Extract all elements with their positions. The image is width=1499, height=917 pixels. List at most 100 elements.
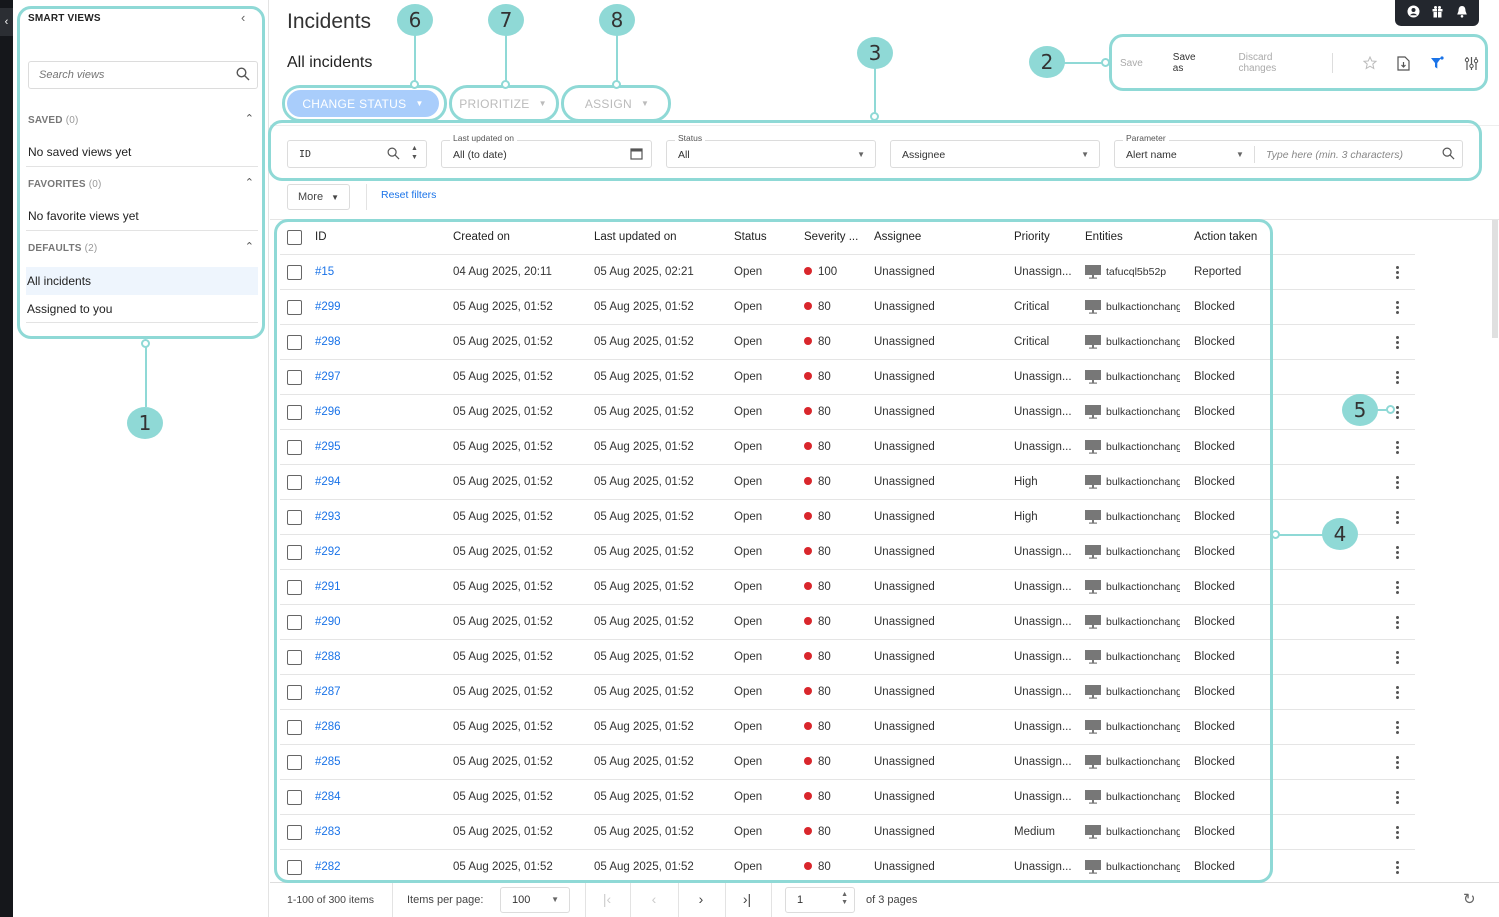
entity[interactable]: bulkactionchang: [1085, 440, 1185, 454]
search-views-input[interactable]: [39, 62, 229, 88]
entity[interactable]: bulkactionchang: [1085, 300, 1185, 314]
row-actions-menu-icon[interactable]: [1392, 545, 1402, 559]
entity[interactable]: bulkactionchang: [1085, 685, 1185, 699]
row-actions-menu-icon[interactable]: [1392, 300, 1402, 314]
row-checkbox[interactable]: [287, 509, 302, 525]
entity[interactable]: bulkactionchang: [1085, 720, 1185, 734]
row-checkbox[interactable]: [287, 369, 302, 385]
table-row[interactable]: #299 05 Aug 2025, 01:52 05 Aug 2025, 01:52…: [280, 290, 1415, 325]
row-actions-menu-icon[interactable]: [1392, 265, 1402, 279]
table-row[interactable]: #288 05 Aug 2025, 01:52 05 Aug 2025, 01:52…: [280, 640, 1415, 675]
table-row[interactable]: #294 05 Aug 2025, 01:52 05 Aug 2025, 01:52…: [280, 465, 1415, 500]
chevron-up-icon[interactable]: ⌃: [245, 240, 254, 253]
row-actions-menu-icon[interactable]: [1392, 615, 1402, 629]
last-updated-filter[interactable]: Last updated on All (to date): [441, 133, 652, 168]
entity[interactable]: bulkactionchang: [1085, 580, 1185, 594]
id-filter[interactable]: ID ▲ ▼: [287, 140, 427, 168]
row-actions-menu-icon[interactable]: [1392, 440, 1402, 454]
table-row[interactable]: #285 05 Aug 2025, 01:52 05 Aug 2025, 01:52…: [280, 745, 1415, 780]
bell-icon[interactable]: [1456, 5, 1468, 21]
row-checkbox[interactable]: [287, 614, 302, 630]
row-checkbox[interactable]: [287, 719, 302, 735]
row-checkbox[interactable]: [287, 579, 302, 595]
row-actions-menu-icon[interactable]: [1392, 580, 1402, 594]
column-header-status[interactable]: Status: [734, 231, 767, 243]
view-item-assigned-to-you[interactable]: Assigned to you: [26, 295, 258, 323]
table-row[interactable]: #292 05 Aug 2025, 01:52 05 Aug 2025, 01:52…: [280, 535, 1415, 570]
row-checkbox[interactable]: [287, 404, 302, 420]
page-number-input[interactable]: 1 ▲ ▼: [785, 887, 855, 913]
reset-filters-link[interactable]: Reset filters: [381, 189, 436, 201]
column-header-updated[interactable]: Last updated on: [594, 231, 677, 243]
previous-page-button[interactable]: ‹: [639, 891, 669, 907]
entity[interactable]: bulkactionchang: [1085, 510, 1185, 524]
incident-id-link[interactable]: #288: [315, 651, 341, 663]
row-checkbox[interactable]: [287, 264, 302, 280]
incident-id-link[interactable]: #297: [315, 371, 341, 383]
entity[interactable]: bulkactionchang: [1085, 755, 1185, 769]
row-checkbox[interactable]: [287, 754, 302, 770]
entity[interactable]: bulkactionchang: [1085, 475, 1185, 489]
first-page-button[interactable]: |‹: [592, 891, 622, 907]
incident-id-link[interactable]: #290: [315, 616, 341, 628]
status-filter[interactable]: Status All ▼: [666, 133, 876, 168]
entity[interactable]: tafucql5b52p: [1085, 265, 1185, 279]
collapse-nav-button[interactable]: ‹: [0, 8, 13, 36]
table-row[interactable]: #291 05 Aug 2025, 01:52 05 Aug 2025, 01:52…: [280, 570, 1415, 605]
table-row[interactable]: #298 05 Aug 2025, 01:52 05 Aug 2025, 01:52…: [280, 325, 1415, 360]
discard-changes-button[interactable]: Discard changes: [1239, 52, 1313, 74]
row-checkbox[interactable]: [287, 474, 302, 490]
chevron-up-icon[interactable]: ⌃: [245, 112, 254, 125]
row-checkbox[interactable]: [287, 789, 302, 805]
chevron-up-icon[interactable]: ⌃: [245, 176, 254, 189]
search-icon[interactable]: [387, 147, 400, 165]
entity[interactable]: bulkactionchang: [1085, 825, 1185, 839]
incident-id-link[interactable]: #293: [315, 511, 341, 523]
table-row[interactable]: #283 05 Aug 2025, 01:52 05 Aug 2025, 01:52…: [280, 815, 1415, 850]
column-header-entities[interactable]: Entities: [1085, 231, 1185, 243]
save-button[interactable]: Save: [1120, 58, 1143, 69]
row-actions-menu-icon[interactable]: [1392, 510, 1402, 524]
incident-id-link[interactable]: #299: [315, 301, 341, 313]
search-icon[interactable]: [1442, 147, 1455, 165]
row-checkbox[interactable]: [287, 824, 302, 840]
incident-id-link[interactable]: #15: [315, 266, 334, 278]
entity[interactable]: bulkactionchang: [1085, 790, 1185, 804]
row-actions-menu-icon[interactable]: [1392, 720, 1402, 734]
table-row[interactable]: #296 05 Aug 2025, 01:52 05 Aug 2025, 01:52…: [280, 395, 1415, 430]
row-actions-menu-icon[interactable]: [1392, 370, 1402, 384]
collapse-panel-icon[interactable]: ‹: [241, 10, 245, 25]
table-row[interactable]: #290 05 Aug 2025, 01:52 05 Aug 2025, 01:52…: [280, 605, 1415, 640]
entity[interactable]: bulkactionchang: [1085, 615, 1185, 629]
entity[interactable]: bulkactionchang: [1085, 335, 1185, 349]
export-file-icon[interactable]: [1393, 52, 1415, 74]
row-checkbox[interactable]: [287, 334, 302, 350]
entity[interactable]: bulkactionchang: [1085, 370, 1185, 384]
prioritize-button[interactable]: PRIORITIZE ▼: [453, 90, 553, 117]
select-all-checkbox[interactable]: [287, 229, 302, 245]
table-row[interactable]: #295 05 Aug 2025, 01:52 05 Aug 2025, 01:52…: [280, 430, 1415, 465]
last-page-button[interactable]: ›|: [732, 891, 762, 907]
column-header-priority[interactable]: Priority: [1014, 231, 1080, 243]
parameter-value-input[interactable]: Type here (min. 3 characters): [1266, 149, 1403, 161]
entity[interactable]: bulkactionchang: [1085, 545, 1185, 559]
row-actions-menu-icon[interactable]: [1392, 650, 1402, 664]
id-stepper[interactable]: ▲ ▼: [411, 144, 418, 162]
row-checkbox[interactable]: [287, 544, 302, 560]
favorites-section-header[interactable]: FAVORITES (0): [28, 179, 102, 190]
row-actions-menu-icon[interactable]: [1392, 790, 1402, 804]
row-actions-menu-icon[interactable]: [1392, 335, 1402, 349]
column-header-action[interactable]: Action taken: [1194, 231, 1257, 243]
refresh-icon[interactable]: ↻: [1463, 890, 1476, 908]
star-icon[interactable]: [1359, 52, 1381, 74]
table-row[interactable]: #293 05 Aug 2025, 01:52 05 Aug 2025, 01:52…: [280, 500, 1415, 535]
calendar-icon[interactable]: [630, 147, 643, 165]
assignee-filter[interactable]: Assignee ▼: [890, 140, 1100, 168]
search-views-field[interactable]: [28, 61, 258, 89]
column-header-severity[interactable]: Severity ...: [804, 231, 874, 243]
incident-id-link[interactable]: #285: [315, 756, 341, 768]
row-checkbox[interactable]: [287, 649, 302, 665]
column-header-created[interactable]: Created on: [453, 231, 510, 243]
defaults-section-header[interactable]: DEFAULTS (2): [28, 243, 97, 254]
column-header-id[interactable]: ID: [315, 231, 327, 243]
